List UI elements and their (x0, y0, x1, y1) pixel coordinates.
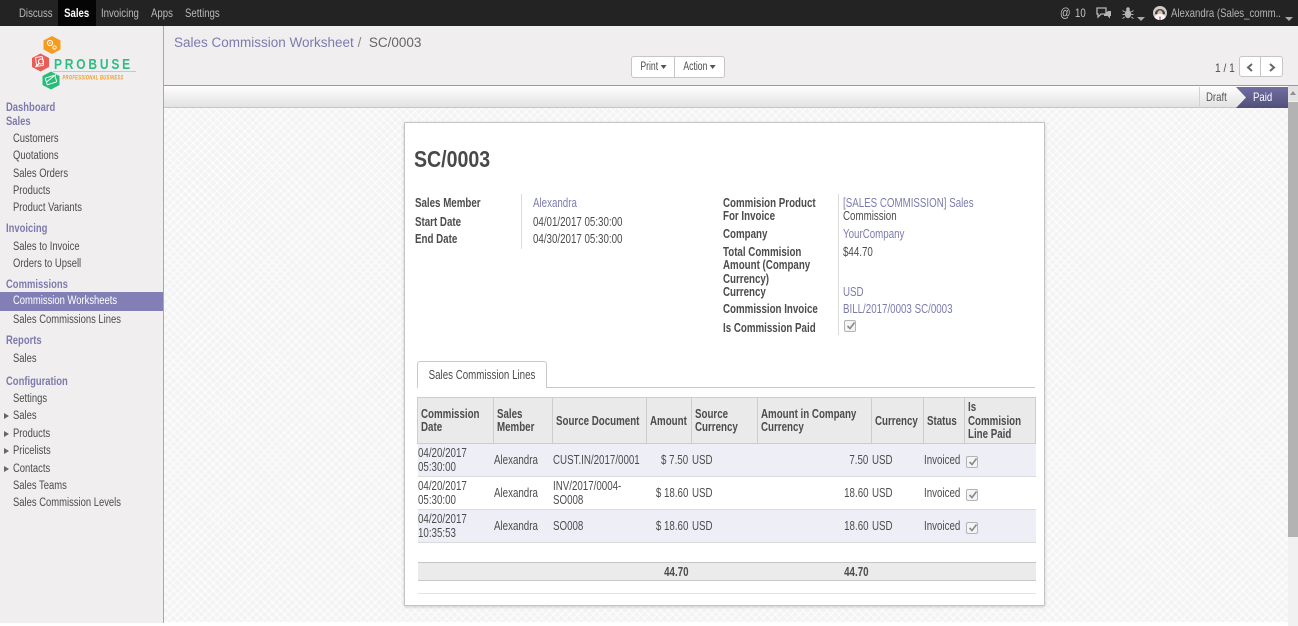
svg-text:PROFESSIONAL BUSINESS: PROFESSIONAL BUSINESS (63, 75, 124, 82)
svg-text:PROBUSE: PROBUSE (54, 56, 133, 73)
